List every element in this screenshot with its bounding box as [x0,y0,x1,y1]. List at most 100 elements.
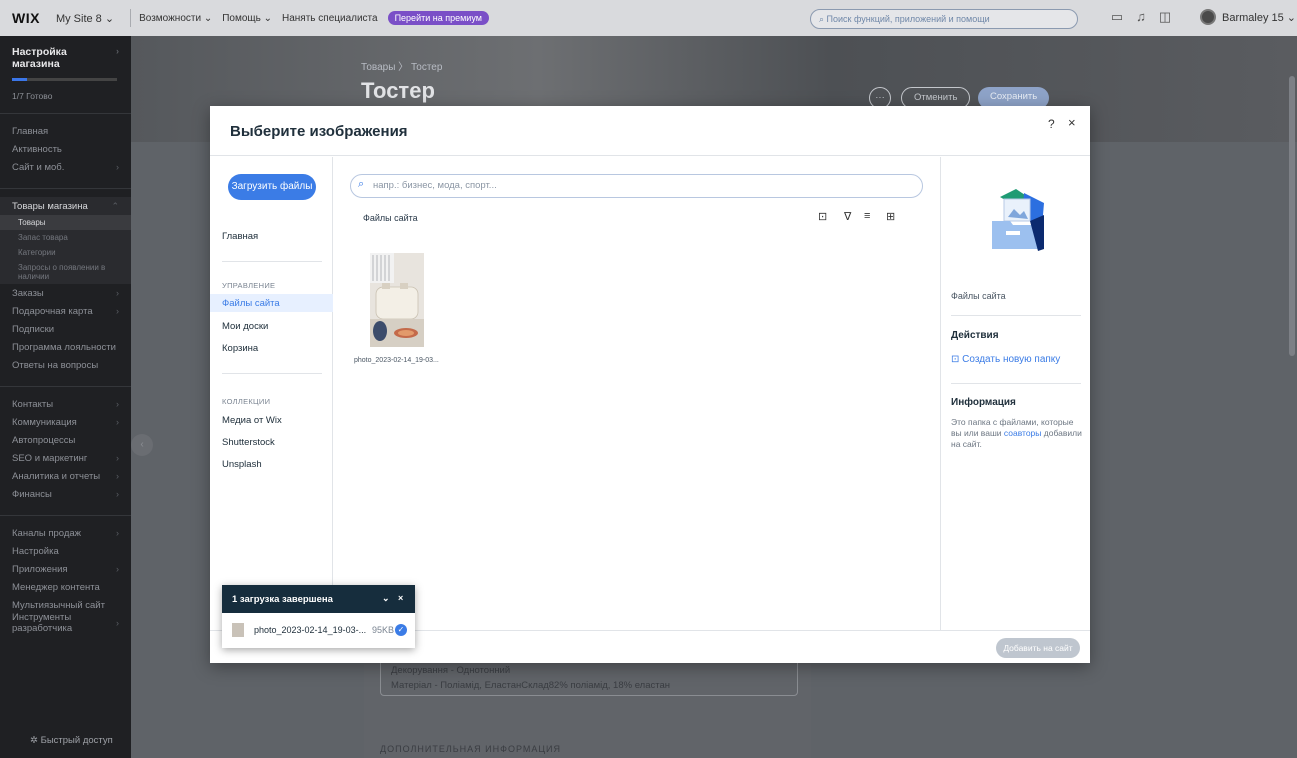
store-setup-header[interactable]: Настройка магазина › [0,36,131,76]
user-name: Barmaley 15 ⌄ [1222,11,1297,24]
media-nav-my-boards[interactable]: Мои доски [222,321,268,332]
new-folder-icon[interactable]: ⊡ [818,210,827,223]
sidebar-subitem-categories[interactable]: Категории [0,245,131,260]
sidebar-subitem-back-in-stock[interactable]: Запросы о появлении в наличии [0,260,131,284]
file-thumbnail[interactable] [370,253,424,347]
sidebar-item-c-4[interactable]: Аналитика и отчеты › [0,467,131,485]
media-nav-shutterstock[interactable]: Shutterstock [222,437,275,448]
sidebar-item-label: Программа лояльности [12,341,116,353]
announcements-icon[interactable]: ◫ [1158,10,1172,24]
page-scrollbar[interactable] [1289,76,1295,356]
sidebar-item-c-1[interactable]: Коммуникация › [0,413,131,431]
chevron-right-icon: › [116,417,119,427]
chevron-right-icon: › [116,453,119,463]
sidebar-item-b-4[interactable]: Ответы на вопросы [0,356,131,374]
upload-file-row: photo_2023-02-14_19-03-... 95KB ✓ [222,613,415,648]
image-picker-modal: Выберите изображения ? × Загрузить файлы… [210,106,1090,663]
info-panel: Файлы сайта Действия ⊡ Создать новую пап… [940,157,1090,630]
sidebar-item-b-1[interactable]: Подарочная карта › [0,302,131,320]
media-nav-site-files[interactable]: Файлы сайта [222,298,280,309]
new-folder-icon: ⊡ [951,354,963,365]
media-content: напр.: бизнес, мода, спорт... ⌕ Файлы са… [334,157,940,630]
current-folder-label: Файлы сайта [363,213,418,223]
sidebar-item-a-2[interactable]: Сайт и моб. › [0,158,131,176]
close-icon[interactable]: × [1068,115,1076,130]
file-thumbnail [232,623,244,637]
chevron-right-icon: › [116,162,119,172]
divider [130,9,132,27]
notifications-icon[interactable]: ♫ [1134,10,1148,24]
top-bar: WIX My Site 8 ⌄ Возможности ⌄ Помощь ⌄ Н… [0,0,1297,36]
store-products-group: Товары магазина ⌃ Товары Запас товара Ка… [0,197,131,284]
grid-view-icon[interactable]: ⊞ [886,210,895,223]
site-selector[interactable]: My Site 8 ⌄ [56,12,114,25]
help-icon[interactable]: ? [1048,117,1055,131]
sidebar-item-label: Заказы [12,287,44,299]
sidebar-item-label: SEO и маркетинг [12,452,88,464]
upload-file-size: 95KB [372,625,395,635]
sidebar-item-b-3[interactable]: Программа лояльности [0,338,131,356]
media-nav-trash[interactable]: Корзина [222,343,258,354]
sidebar-item-d-3[interactable]: Менеджер контента [0,578,131,596]
sidebar-item-c-2[interactable]: Автопроцессы [0,431,131,449]
toaster-photo [370,253,424,347]
collaborators-link[interactable]: соавторы [1004,428,1042,438]
sidebar-item-label: Ответы на вопросы [12,359,99,371]
upgrade-premium-button[interactable]: Перейти на премиум [387,11,489,25]
quick-access-button[interactable]: ✲ Быстрый доступ [30,735,113,746]
check-icon: ✓ [395,624,407,636]
sidebar-item-label: Инструменты разработчика [12,612,73,634]
global-search-placeholder: Поиск функций, приложений и помощи [826,14,990,24]
sidebar-item-label: Подписки [12,323,55,335]
sidebar-item-b-2[interactable]: Подписки [0,320,131,338]
wix-logo[interactable]: WIX [12,10,40,26]
media-nav-home[interactable]: Главная [222,231,258,242]
close-icon[interactable]: × [398,593,403,603]
setup-progress-fill [12,78,27,81]
create-folder-label: Создать новую папку [962,354,1061,365]
menu-features[interactable]: Возможности ⌄ [139,13,212,24]
global-search-input[interactable]: ⌕ Поиск функций, приложений и помощи [810,9,1078,29]
sidebar-item-label: Товары магазина [12,200,88,212]
sidebar-item-c-0[interactable]: Контакты › [0,395,131,413]
media-nav-wix-media[interactable]: Медиа от Wix [222,415,282,426]
upload-files-button[interactable]: Загрузить файлы [228,174,316,200]
sidebar-item-d-5[interactable]: Инструменты разработчика › [0,612,131,634]
chat-icon[interactable]: ▭ [1110,10,1124,24]
sidebar-item-d-1[interactable]: Настройка [0,542,131,560]
sidebar-item-b-0[interactable]: Заказы › [0,284,131,302]
chevron-left-icon[interactable]: ‹ [131,434,153,456]
setup-ready-count: 1/7 Готово [12,91,53,101]
breadcrumb[interactable]: Товары 〉 Тостер [361,58,442,73]
modal-header: Выберите изображения ? × [210,106,1090,156]
avatar [1200,9,1216,25]
user-menu[interactable]: Barmaley 15 ⌄ [1200,9,1296,25]
sort-icon[interactable]: ≡ [864,210,870,222]
sidebar-item-a-1[interactable]: Активность [0,140,131,158]
sidebar-item-d-2[interactable]: Приложения › [0,560,131,578]
menu-help[interactable]: Помощь ⌄ [222,13,272,24]
info-heading: Информация [951,397,1016,408]
divider [951,383,1081,384]
sidebar-subitem-products[interactable]: Товары [0,215,131,230]
sidebar-item-store-products[interactable]: Товары магазина ⌃ [0,197,131,215]
sidebar-item-d-0[interactable]: Каналы продаж › [0,524,131,542]
sidebar-item-c-3[interactable]: SEO и маркетинг › [0,449,131,467]
sidebar-item-a-0[interactable]: Главная [0,122,131,140]
sidebar-item-label: Менеджер контента [12,581,100,593]
collapse-icon[interactable]: ⌄ [382,593,390,604]
add-to-site-button[interactable]: Добавить на сайт [996,638,1080,658]
sidebar-item-label: Аналитика и отчеты [12,470,101,482]
sidebar-subitem-inventory[interactable]: Запас товара [0,230,131,245]
folder-icon [992,189,1044,251]
menu-hire-expert[interactable]: Нанять специалиста [282,13,378,24]
media-search-input[interactable]: напр.: бизнес, мода, спорт... [350,174,923,198]
filter-icon[interactable]: ∇ [844,210,851,223]
media-nav-unsplash[interactable]: Unsplash [222,459,262,470]
divider [951,315,1081,316]
upload-status-title: 1 загрузка завершена [232,594,333,605]
sidebar-item-c-5[interactable]: Финансы › [0,485,131,503]
section-heading: ДОПОЛНИТЕЛЬНАЯ ИНФОРМАЦИЯ [380,744,561,754]
create-folder-link[interactable]: ⊡ Создать новую папку [951,354,1060,365]
chevron-right-icon: › [116,618,119,628]
